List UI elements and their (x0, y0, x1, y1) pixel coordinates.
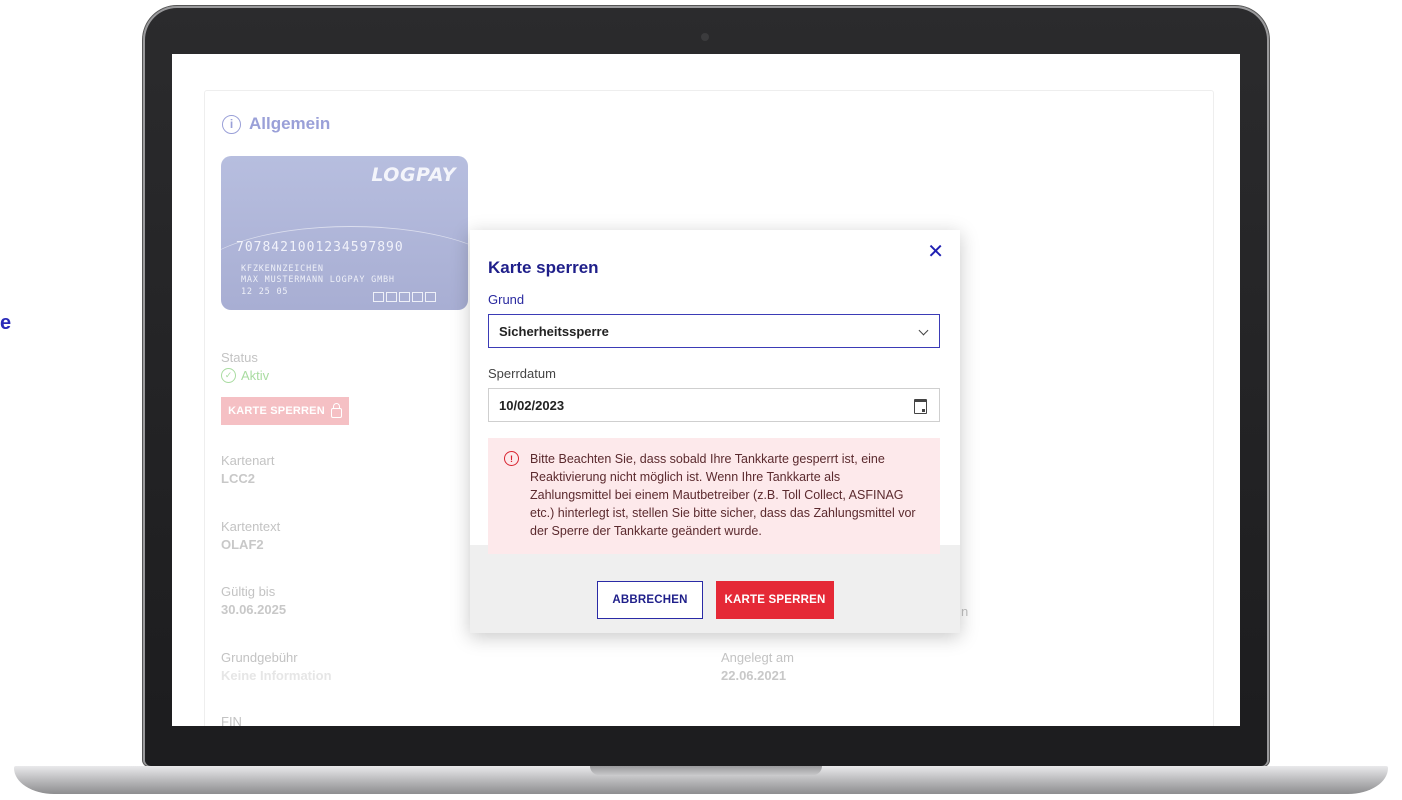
warning-alert: ! Bitte Beachten Sie, dass sobald Ihre T… (488, 438, 940, 554)
grundgebuehr-label: Grundgebühr (221, 650, 298, 665)
warning-text: Bitte Beachten Sie, dass sobald Ihre Tan… (530, 452, 916, 538)
fin-field: FIN (221, 714, 242, 726)
cancel-button[interactable]: ABBRECHEN (597, 581, 703, 619)
check-circle-icon: ✓ (221, 368, 236, 383)
status-value: ✓ Aktiv (221, 368, 269, 383)
angelegt-field: Angelegt am 22.06.2021 (721, 650, 794, 683)
sperrdatum-value: 10/02/2023 (499, 397, 565, 413)
close-icon[interactable]: ✕ (927, 242, 944, 262)
info-icon: i (222, 114, 241, 134)
alert-circle-icon: ! (504, 451, 519, 466)
camera-icon (701, 33, 709, 41)
laptop-notch (590, 766, 822, 775)
status-text: Aktiv (241, 368, 270, 383)
card-expiry: 12 25 05 (241, 287, 289, 297)
card-fuel-icons (373, 292, 436, 302)
partial-right-label: n (961, 604, 969, 619)
grund-select[interactable]: Sicherheitssperre (488, 314, 940, 348)
status-field: Status ✓ Aktiv (221, 350, 269, 383)
card-plate: KFZKENNZEICHEN (241, 264, 324, 274)
angelegt-value: 22.06.2021 (721, 668, 787, 683)
block-card-label: KARTE SPERREN (228, 405, 325, 417)
dialog-title: Karte sperren (488, 258, 599, 277)
laptop-screen: i Allgemein LOGPAY 7078421001234597890 K… (172, 54, 1240, 726)
section-title: Allgemein (249, 114, 331, 133)
grundgebuehr-value: Keine Information (221, 668, 332, 683)
fuel-card-image: LOGPAY 7078421001234597890 KFZKENNZEICHE… (221, 156, 468, 310)
gueltig-field: Gültig bis 30.06.2025 (221, 584, 286, 617)
kartenart-field: Kartenart LCC2 (221, 453, 274, 486)
sperrdatum-label: Sperrdatum (488, 366, 556, 381)
status-label: Status (221, 350, 258, 365)
grund-label: Grund (488, 292, 525, 307)
card-holder: MAX MUSTERMANN LOGPAY GMBH (241, 275, 395, 285)
kartenart-value: LCC2 (221, 471, 255, 486)
grundgebuehr-field: Grundgebühr Keine Information (221, 650, 332, 683)
block-card-button-background[interactable]: KARTE SPERREN (221, 397, 349, 425)
section-header: i Allgemein (222, 114, 330, 134)
angelegt-label: Angelegt am (721, 650, 794, 665)
kartentext-label: Kartentext (221, 519, 281, 534)
kartenart-label: Kartenart (221, 453, 275, 468)
dialog-footer (470, 545, 960, 633)
sperrdatum-input[interactable]: 10/02/2023 (488, 388, 940, 422)
grund-selected-value: Sicherheitssperre (499, 323, 609, 339)
chevron-down-icon (918, 325, 929, 336)
card-logo: LOGPAY (371, 164, 456, 186)
side-text-fragment: e (0, 312, 12, 334)
kartentext-field: Kartentext OLAF2 (221, 519, 280, 552)
confirm-block-card-button[interactable]: KARTE SPERREN (716, 581, 834, 619)
partial-right-text: n (961, 604, 968, 622)
laptop-bezel (145, 726, 1267, 766)
kartentext-value: OLAF2 (221, 537, 264, 552)
fin-label: FIN (221, 714, 242, 726)
block-card-dialog: ✕ Karte sperren Grund Sicherheitssperre … (470, 230, 960, 633)
gueltig-label: Gültig bis (221, 584, 276, 599)
calendar-icon[interactable] (914, 399, 927, 414)
gueltig-value: 30.06.2025 (221, 602, 287, 617)
lock-icon (330, 402, 342, 418)
card-number: 7078421001234597890 (236, 240, 404, 255)
